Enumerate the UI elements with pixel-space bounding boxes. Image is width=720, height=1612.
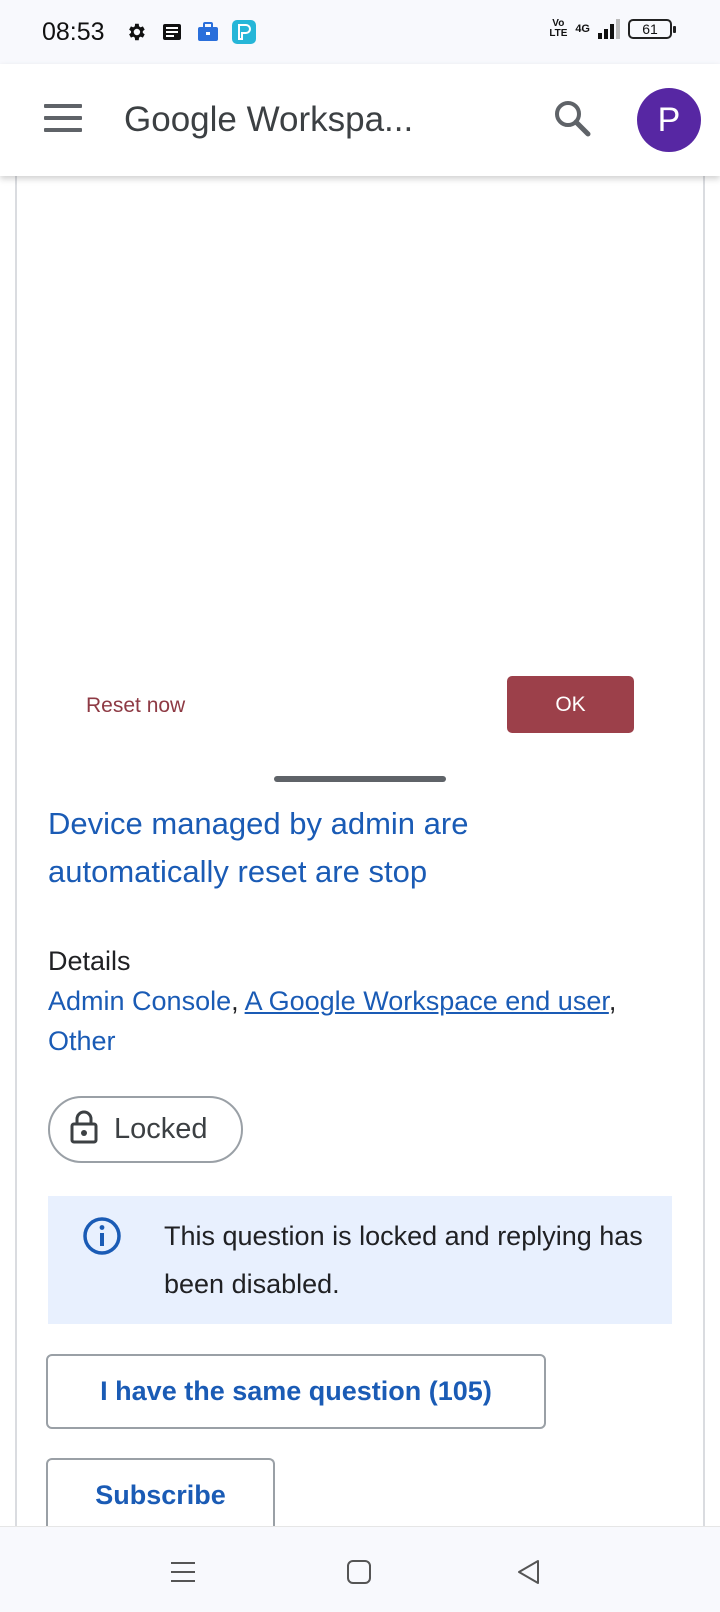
locked-chip: Locked (48, 1096, 243, 1163)
volte-indicator: Vo LTE (549, 18, 568, 39)
system-nav-bar (0, 1526, 720, 1612)
home-nav-icon[interactable] (344, 1557, 374, 1587)
app-title: Google Workspa... (124, 100, 414, 139)
briefcase-icon (196, 20, 220, 44)
signal-icon (598, 19, 620, 39)
tag-end-user[interactable]: A Google Workspace end user (245, 986, 609, 1016)
network-type: 4G (575, 23, 590, 35)
details-tags: Admin Console, A Google Workspace end us… (48, 986, 616, 1017)
status-time: 08:53 (42, 18, 105, 46)
status-notification-icons (124, 20, 256, 44)
question-title[interactable]: Device managed by admin are automaticall… (48, 800, 648, 896)
locked-label: Locked (114, 1113, 208, 1145)
tag-separator: , (608, 986, 617, 1016)
gear-icon (124, 20, 148, 44)
locked-info-banner: This question is locked and replying has… (48, 1196, 672, 1324)
tag-admin-console[interactable]: Admin Console (48, 986, 231, 1016)
tag-separator: , (231, 986, 245, 1016)
battery-level: 61 (642, 21, 658, 37)
app-p-icon (232, 20, 256, 44)
same-question-button[interactable]: I have the same question (105) (46, 1354, 546, 1429)
info-text: This question is locked and replying has… (164, 1221, 643, 1299)
status-bar: 08:53 Vo LTE 4G 61 (0, 0, 720, 64)
details-heading: Details (48, 946, 131, 976)
reset-now-button[interactable]: Reset now (86, 694, 185, 718)
avatar[interactable]: P (637, 88, 701, 152)
app-bar: Google Workspa... P (0, 64, 720, 176)
news-icon (160, 20, 184, 44)
search-icon[interactable] (552, 98, 592, 138)
menu-nav-icon[interactable] (168, 1557, 198, 1587)
back-nav-icon[interactable] (514, 1557, 544, 1587)
status-system-icons: Vo LTE 4G 61 (549, 18, 676, 39)
drag-handle[interactable] (274, 776, 446, 782)
battery-icon: 61 (628, 19, 676, 39)
ok-button[interactable]: OK (507, 676, 634, 733)
details-tags-line2: Other (48, 1026, 116, 1057)
info-icon (82, 1216, 122, 1256)
lock-icon (70, 1110, 98, 1149)
tag-other[interactable]: Other (48, 1026, 116, 1056)
hamburger-menu-icon[interactable] (44, 104, 82, 132)
